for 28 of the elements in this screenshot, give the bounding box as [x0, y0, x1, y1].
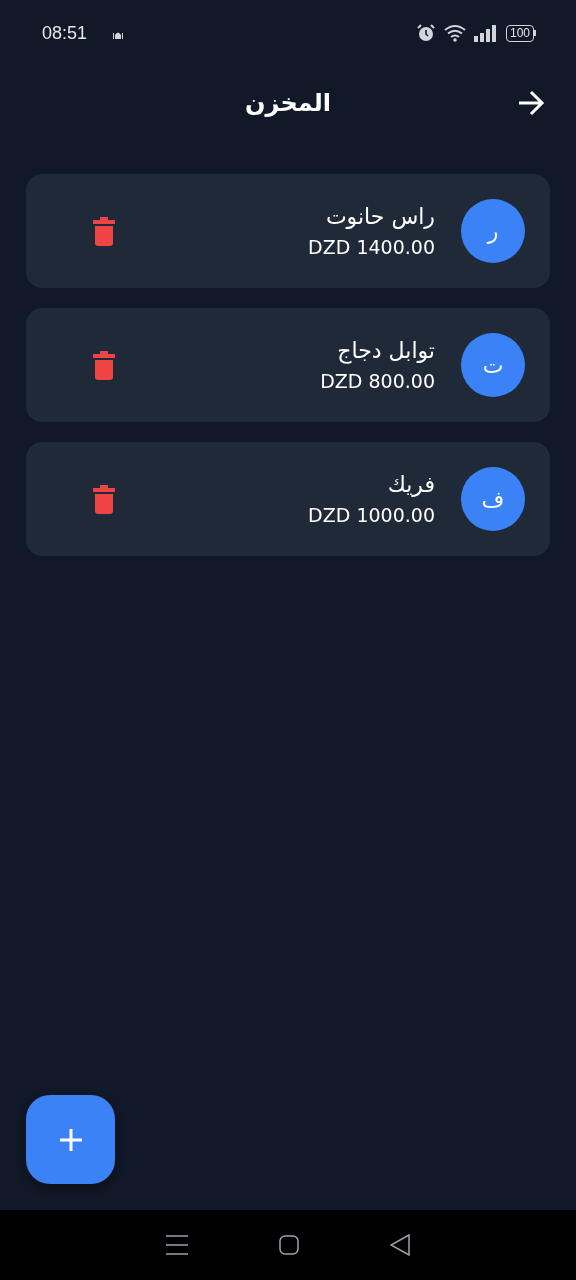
menu-icon[interactable] [165, 1235, 188, 1255]
item-price: DZD 1000.00 [308, 503, 435, 527]
item-name: راس حانوت [324, 203, 435, 231]
trash-icon [92, 350, 116, 380]
alarm-icon [415, 23, 436, 43]
avatar-initial: ف [461, 467, 525, 531]
add-button[interactable] [26, 1095, 115, 1184]
item-price: DZD 1400.00 [308, 235, 435, 259]
signal-icon [473, 24, 498, 42]
status-time: 08:51 [42, 22, 88, 44]
trash-icon [92, 216, 116, 246]
item-name: توابل دجاج [336, 337, 435, 365]
wifi-icon [443, 24, 466, 42]
back-icon[interactable] [390, 1234, 411, 1256]
avatar-initial: ت [461, 333, 525, 397]
delete-button[interactable] [92, 350, 116, 380]
arrow-right-icon [516, 88, 546, 118]
delete-button[interactable] [92, 484, 116, 514]
page-title: المخزن [244, 89, 331, 117]
avatar-initial: ر [461, 199, 525, 263]
plus-icon [58, 1127, 83, 1152]
back-button[interactable] [516, 88, 546, 118]
delete-button[interactable] [92, 216, 116, 246]
trash-icon [92, 484, 116, 514]
battery-icon: 100 [505, 24, 536, 42]
item-price: DZD 800.00 [320, 369, 435, 393]
home-icon[interactable] [279, 1235, 299, 1255]
item-name: فريك [386, 471, 435, 499]
